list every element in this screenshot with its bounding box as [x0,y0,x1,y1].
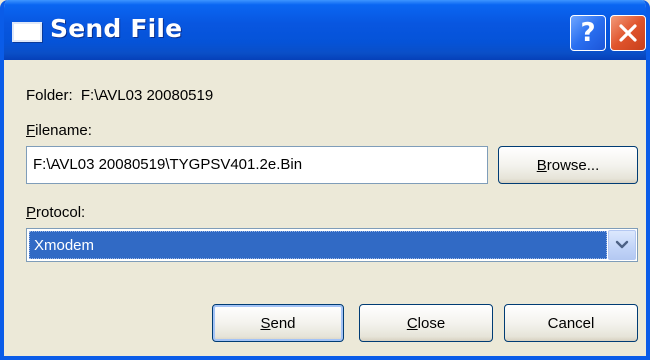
close-label: lose [417,314,446,332]
filename-label: Filename: [26,122,92,139]
chevron-down-icon [615,240,629,249]
close-window-button[interactable] [610,15,646,51]
protocol-label-rest: rotocol: [36,204,86,221]
folder-value: F:\AVL03 20080519 [80,87,214,104]
filename-label-rest: ilename: [35,122,92,139]
protocol-select[interactable]: Xmodem [26,228,638,262]
cancel-button[interactable]: Cancel [504,304,638,342]
close-button[interactable]: Close [359,304,493,342]
window-title: Send File [50,14,183,43]
window-icon [12,22,42,42]
protocol-selected-value: Xmodem [29,231,607,259]
title-bar[interactable]: Send File ? [4,0,646,60]
dialog-body: Folder: F:\AVL03 20080519 Filename: F:\A… [4,60,646,356]
send-accel: S [260,314,271,332]
send-button[interactable]: Send [212,304,344,342]
browse-accel: B [536,156,547,174]
help-button[interactable]: ? [570,15,606,51]
question-mark-icon: ? [580,18,596,48]
send-label: end [270,314,296,332]
folder-label: Folder: [26,87,73,104]
dropdown-button[interactable] [608,230,636,260]
send-file-dialog: Send File ? Folder: F:\AVL03 20080519 Fi… [0,0,650,360]
protocol-label: Protocol: [26,204,85,221]
filename-input[interactable]: F:\AVL03 20080519\TYGPSV401.2e.Bin [26,146,488,184]
x-icon [619,24,637,42]
protocol-label-accel: P [26,204,37,221]
browse-label: rowse... [546,156,600,174]
folder-row: Folder: F:\AVL03 20080519 [26,87,213,104]
close-accel: C [406,314,418,332]
browse-button[interactable]: Browse... [498,146,638,184]
filename-label-accel: F [26,122,36,139]
